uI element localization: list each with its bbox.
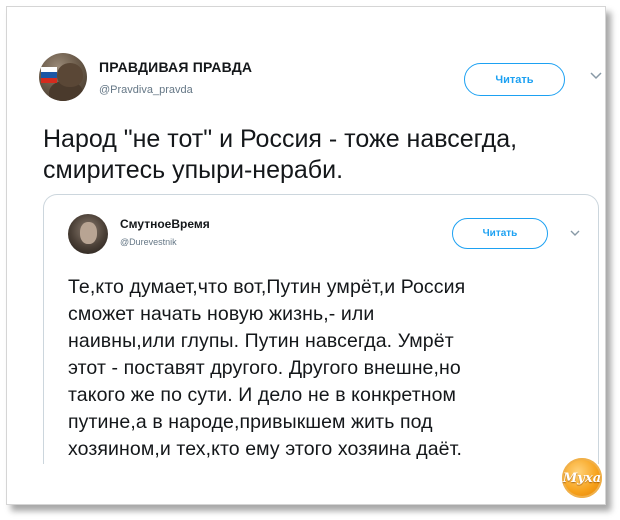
russian-flag-icon: [41, 67, 57, 83]
bear-head-shape: [57, 63, 83, 87]
chevron-down-icon[interactable]: [589, 69, 603, 83]
tweet-text-line: смиритесь упыри-нераби.: [43, 156, 344, 184]
follow-button[interactable]: Читать: [464, 63, 565, 96]
watermark-logo: Муха: [562, 458, 602, 498]
author-avatar[interactable]: [39, 53, 87, 101]
quoted-author-avatar[interactable]: [68, 214, 108, 254]
author-handle[interactable]: @Pravdiva_pravda: [99, 84, 193, 96]
quoted-text-line: сможет начать новую жизнь,- или: [68, 303, 375, 325]
quoted-text-line: наивны,или глупы. Путин навсегда. Умрёт: [68, 330, 454, 352]
quoted-text-line: путине,а в народе,привыкшем жить под: [68, 411, 433, 433]
face-shape: [80, 222, 97, 244]
tweet-text-line: Народ "не тот" и Россия - тоже навсегда,: [43, 125, 518, 153]
author-name[interactable]: ПРАВДИВАЯ ПРАВДА: [99, 59, 252, 75]
quoted-follow-button[interactable]: Читать: [452, 218, 548, 249]
quoted-author-name[interactable]: СмутноеВремя: [120, 217, 210, 231]
watermark-text: Муха: [562, 470, 602, 486]
quoted-text-line: Те,кто думает,что вот,Путин умрёт,и Росс…: [68, 276, 466, 298]
quoted-tweet[interactable]: СмутноеВремя @Durevestnik Читать Те,кто …: [43, 194, 599, 464]
quoted-text-line: такого же по сути. И дело не в конкретно…: [68, 384, 457, 406]
quoted-text-line: этот - поставят другого. Другого внешне,…: [68, 357, 461, 379]
quoted-author-handle[interactable]: @Durevestnik: [120, 237, 177, 247]
quoted-text-line: хозяином,и тех,кто ему этого хозяина даё…: [68, 438, 463, 460]
chevron-down-icon[interactable]: [569, 227, 581, 239]
quoted-tweet-text: Те,кто думает,что вот,Путин умрёт,и Росс…: [68, 274, 598, 463]
tweet-text: Народ "не тот" и Россия - тоже навсегда,…: [43, 124, 603, 186]
screenshot-frame: ПРАВДИВАЯ ПРАВДА @Pravdiva_pravda Читать…: [6, 6, 606, 505]
